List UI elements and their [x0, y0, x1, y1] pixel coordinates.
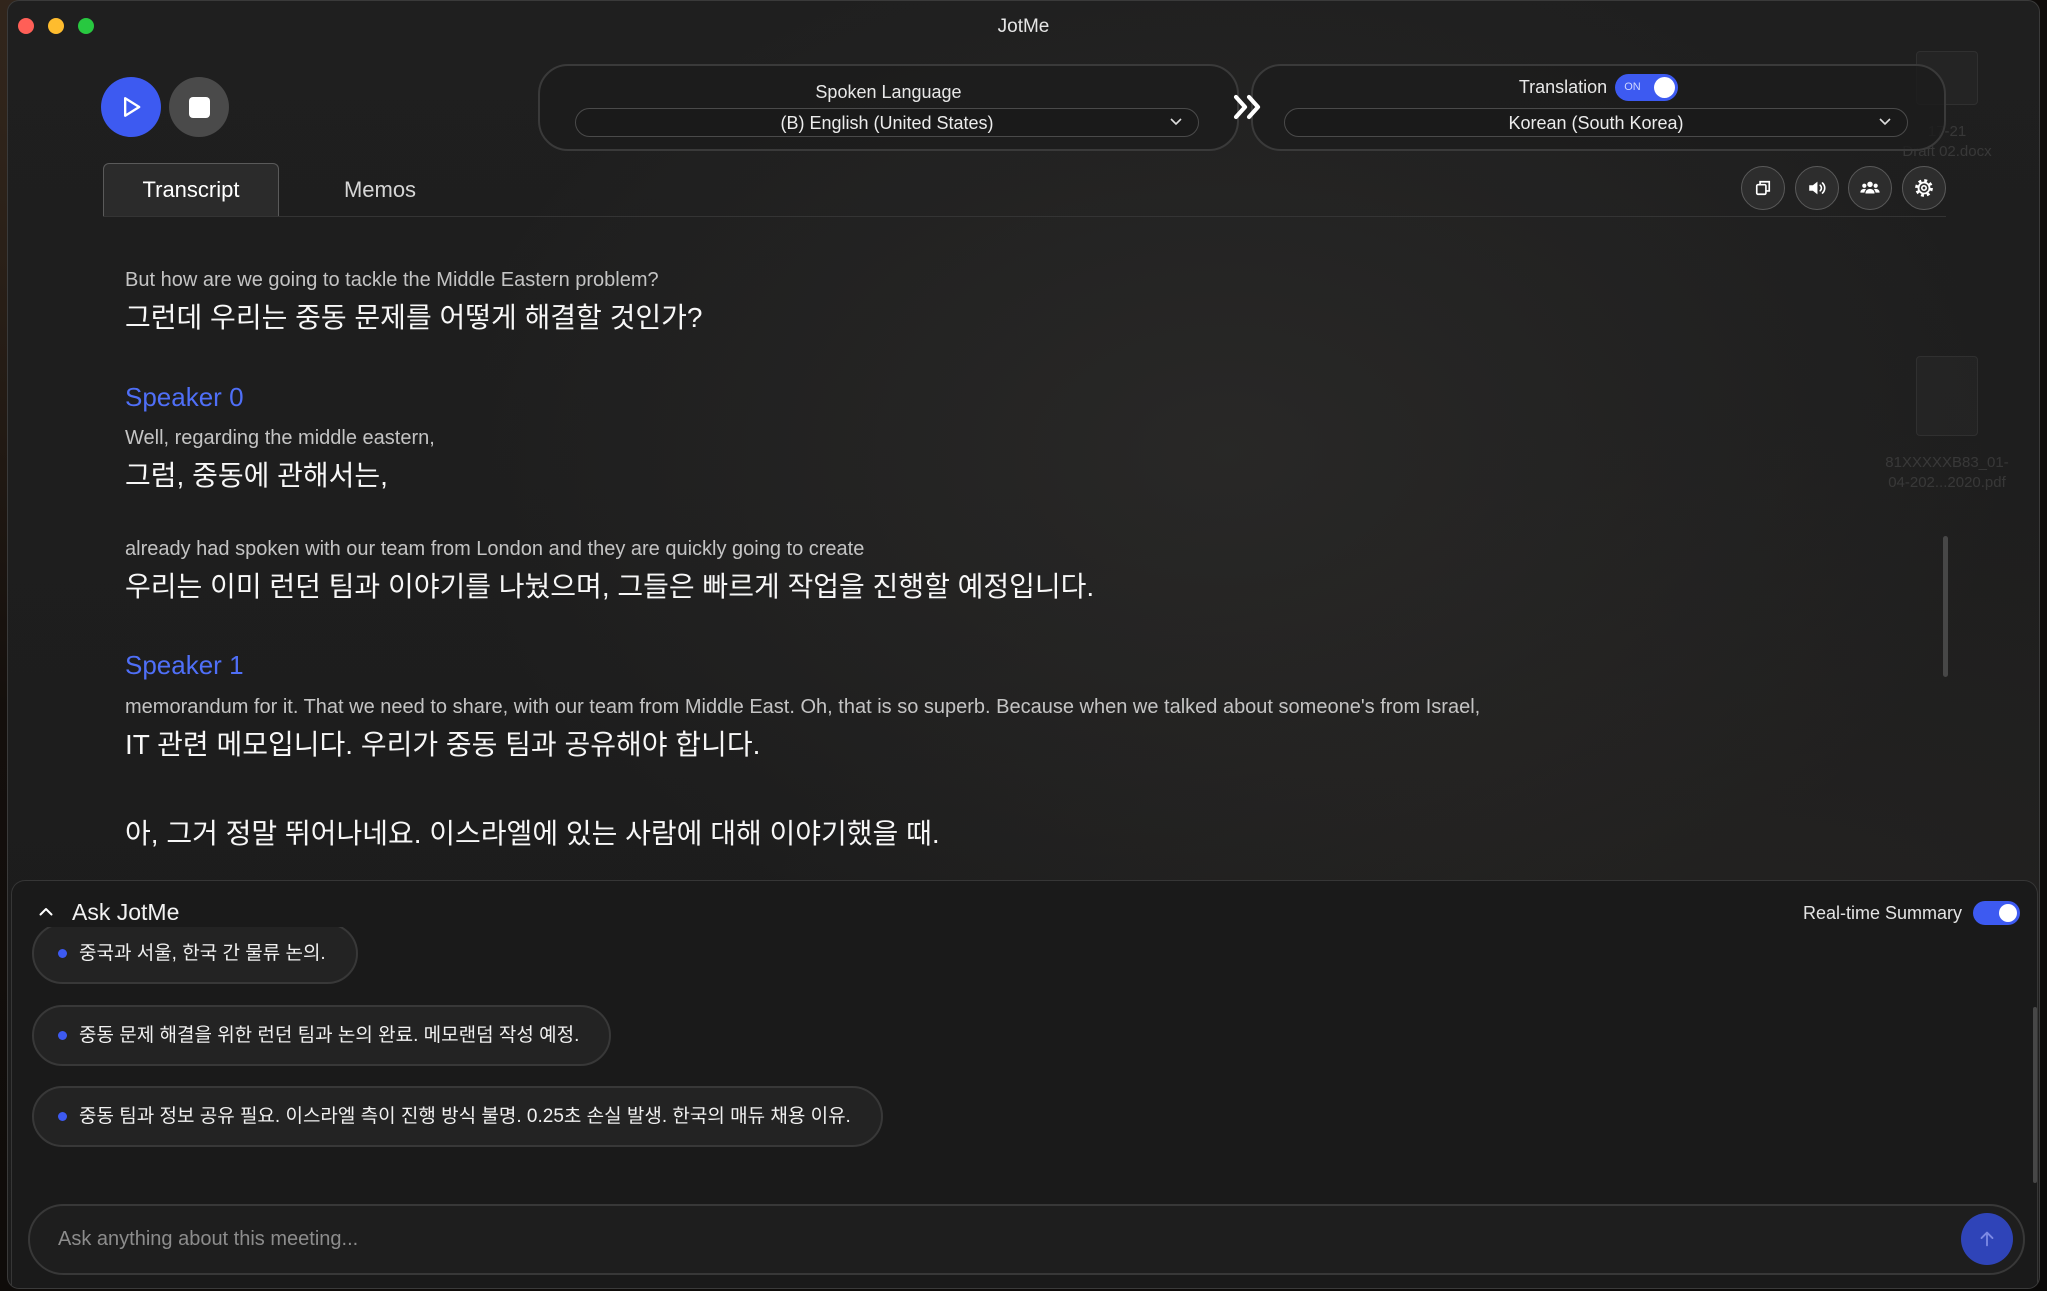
settings-icon	[1915, 179, 1933, 197]
bullet-dot	[58, 949, 67, 958]
copy-icon	[1755, 180, 1771, 196]
speaker-label: Speaker 1	[125, 650, 244, 680]
summary-text: 중동 문제 해결을 위한 런던 팀과 논의 완료. 메모랜덤 작성 예정.	[79, 1024, 580, 1046]
spoken-language-label-row: Spoken Language	[540, 79, 1237, 105]
transcript-original: But how are we going to tackle the Middl…	[125, 269, 659, 291]
transcript-translation: 그런데 우리는 중동 문제를 어떻게 해결할 것인가?	[125, 302, 703, 333]
translation-label: Translation	[1518, 77, 1608, 97]
translation-language-value: Korean (South Korea)	[1508, 112, 1684, 133]
toggle-knob	[1999, 904, 2017, 922]
transcript-translation: 아, 그거 정말 뛰어나네요. 이스라엘에 있는 사람에 대해 이야기했을 때.	[125, 818, 940, 849]
translation-toggle[interactable]: ON	[1615, 73, 1679, 101]
settings-button[interactable]	[1902, 166, 1946, 210]
transcript-original: Well, regarding the middle eastern,	[125, 427, 435, 449]
translation-toggle-text: ON	[1624, 80, 1641, 93]
summary-item: 중동 팀과 정보 공유 필요. 이스라엘 측이 진행 방식 불명. 0.25초 …	[32, 1086, 883, 1147]
stop-button[interactable]	[169, 77, 229, 137]
transcript-original: memorandum for it. That we need to share…	[125, 696, 1481, 718]
spoken-language-value: (B) English (United States)	[780, 112, 994, 133]
realtime-summary-toggle[interactable]	[1973, 901, 2020, 925]
summary-scrollbar[interactable]	[2033, 1007, 2037, 1183]
play-button[interactable]	[101, 77, 161, 137]
ask-input[interactable]	[58, 1206, 1938, 1273]
ask-input-container	[28, 1204, 2025, 1275]
chevron-up-icon[interactable]	[39, 907, 53, 916]
ask-panel-title[interactable]: Ask JotMe	[72, 899, 179, 925]
tab-memos[interactable]: Memos	[323, 163, 437, 216]
spoken-language-label: Spoken Language	[815, 82, 962, 102]
tab-transcript[interactable]: Transcript	[103, 163, 279, 216]
window-title: JotMe	[997, 16, 1050, 37]
double-chevron-right-icon	[1231, 94, 1265, 120]
spoken-language-select[interactable]: (B) English (United States)	[575, 108, 1199, 137]
spoken-language-panel: Spoken Language (B) English (United Stat…	[538, 64, 1239, 151]
arrow-up-icon	[1980, 1231, 1994, 1247]
toggle-knob	[1654, 76, 1676, 98]
stop-icon	[188, 96, 210, 118]
summary-list[interactable]: 중국과 서울, 한국 간 물류 논의. 중동 문제 해결을 위한 런던 팀과 논…	[32, 927, 2012, 1193]
summary-item: 중국과 서울, 한국 간 물류 논의.	[32, 927, 358, 984]
app-window: 17-21 Draft 02.docx 81XXXXXB83_01- 04-20…	[7, 0, 2040, 1289]
translation-panel: Translation ON Korean (South Korea)	[1251, 64, 1946, 151]
summary-text: 중국과 서울, 한국 간 물류 논의.	[79, 942, 326, 964]
speaker-label: Speaker 0	[125, 382, 244, 412]
volume-icon	[1809, 181, 1826, 195]
transcript-translation: 그럼, 중동에 관해서는,	[125, 460, 388, 491]
users-icon	[1860, 181, 1880, 194]
bullet-dot	[58, 1112, 67, 1121]
chevron-down-icon	[1879, 118, 1891, 126]
realtime-summary-label: Real-time Summary	[1802, 903, 1962, 923]
copy-button[interactable]	[1741, 166, 1785, 210]
send-button[interactable]	[1961, 1213, 2013, 1265]
transcript-translation: 우리는 이미 런던 팀과 이야기를 나눴으며, 그들은 빠르게 작업을 진행할 …	[125, 571, 1095, 602]
ask-panel: Ask JotMe Real-time Summary 중국과 서울, 한국 간…	[11, 880, 2038, 1288]
transcript-original: already had spoken with our team from Lo…	[125, 538, 865, 560]
translation-language-select[interactable]: Korean (South Korea)	[1284, 108, 1908, 137]
summary-item: 중동 문제 해결을 위한 런던 팀과 논의 완료. 메모랜덤 작성 예정.	[32, 1005, 612, 1066]
transcript-translation: IT 관련 메모입니다. 우리가 중동 팀과 공유해야 합니다.	[125, 729, 761, 760]
transcript-scrollbar[interactable]	[1943, 536, 1948, 677]
chevron-down-icon	[1170, 118, 1182, 126]
bullet-dot	[58, 1031, 67, 1040]
summary-text: 중동 팀과 정보 공유 필요. 이스라엘 측이 진행 방식 불명. 0.25초 …	[79, 1105, 851, 1127]
speakers-button[interactable]	[1848, 166, 1892, 210]
transcript-panel[interactable]: But how are we going to tackle the Middl…	[103, 217, 1946, 880]
translation-label-row: Translation ON	[1253, 72, 1944, 102]
play-icon	[124, 97, 141, 117]
volume-button[interactable]	[1795, 166, 1839, 210]
